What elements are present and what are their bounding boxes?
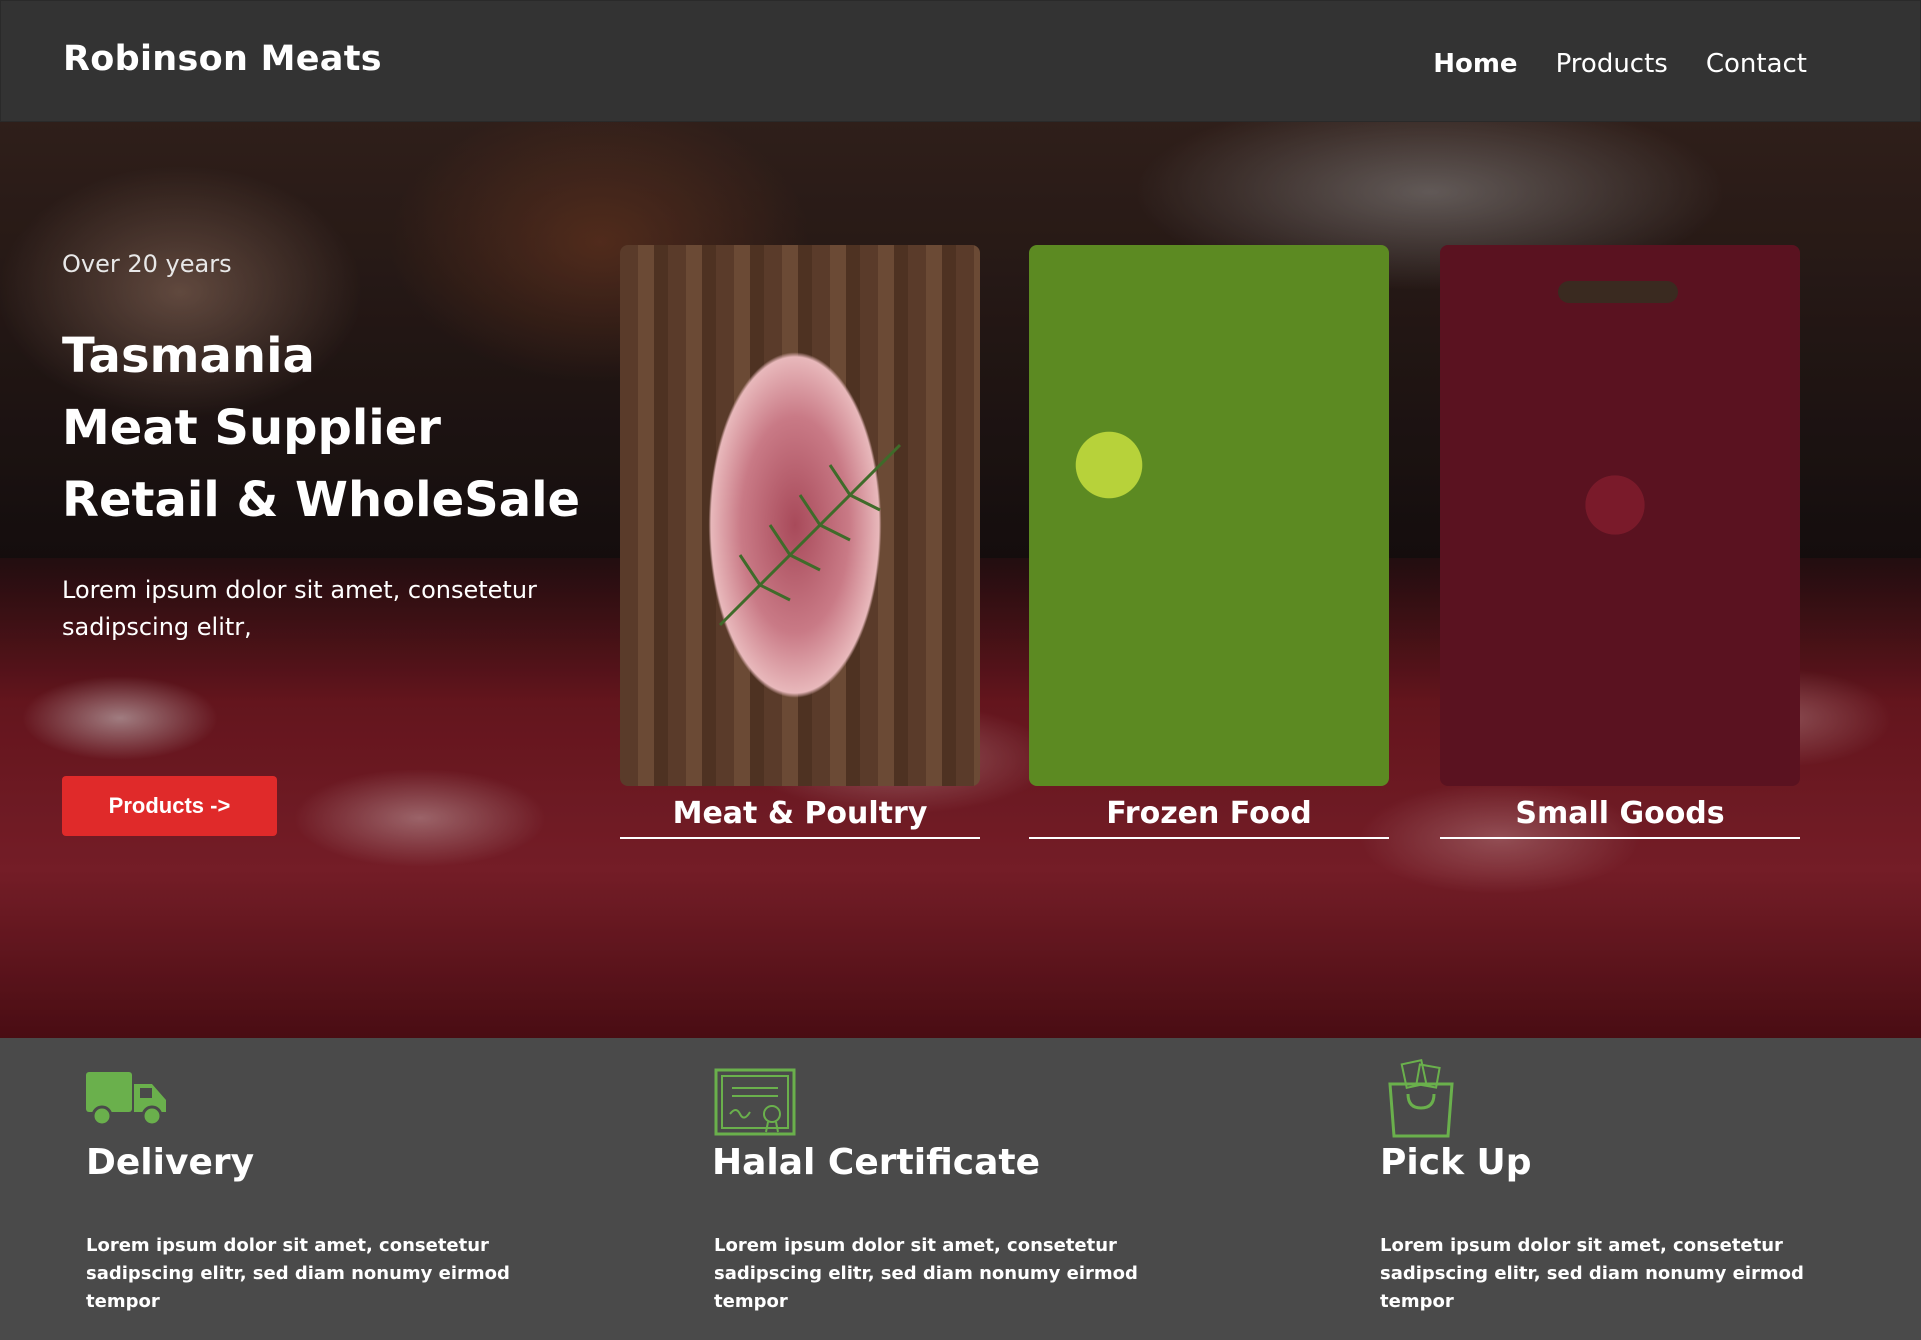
feature-description: Lorem ipsum dolor sit amet, consetetur s…: [714, 1235, 1138, 1312]
feature-title: Pick Up: [1380, 1142, 1532, 1183]
headline-line: Meat Supplier: [62, 400, 441, 456]
brand-logo[interactable]: Robinson Meats: [63, 39, 382, 79]
shopping-bag-icon: [1386, 1058, 1456, 1144]
card-label[interactable]: Small Goods: [1440, 796, 1800, 839]
feature-description: Lorem ipsum dolor sit amet, consetetur s…: [86, 1235, 510, 1312]
category-card-meat-poultry[interactable]: Meat & Poultry: [620, 245, 980, 839]
delivery-truck-icon: [86, 1070, 168, 1132]
rosemary-garnish: [718, 443, 902, 627]
board-handle: [1558, 281, 1678, 303]
nav-link-products[interactable]: Products: [1556, 49, 1668, 79]
headline-line: Retail & WholeSale: [62, 472, 581, 528]
card-label[interactable]: Meat & Poultry: [620, 796, 980, 839]
feature-description: Lorem ipsum dolor sit amet, consetetur s…: [1380, 1235, 1804, 1312]
category-card-frozen-food[interactable]: Frozen Food: [1029, 245, 1389, 839]
charcuterie-board-photo: [1440, 245, 1800, 786]
features-section: Delivery Lorem ipsum dolor sit amet, con…: [0, 1038, 1921, 1340]
main-nav: Home Products Contact: [1433, 49, 1807, 79]
category-card-small-goods[interactable]: Small Goods: [1440, 245, 1800, 839]
nav-link-home[interactable]: Home: [1433, 49, 1517, 79]
products-button[interactable]: Products ->: [62, 776, 277, 836]
hero-section: Over 20 years Tasmania Meat Supplier Ret…: [0, 122, 1921, 1038]
headline-line: Tasmania: [62, 328, 315, 384]
feature-title: Delivery: [86, 1142, 255, 1183]
frozen-vegetables-photo: [1029, 245, 1389, 786]
hero-headline: Tasmania Meat Supplier Retail & WholeSal…: [62, 320, 582, 536]
feature-title: Halal Certificate: [712, 1142, 1041, 1183]
card-label[interactable]: Frozen Food: [1029, 796, 1389, 839]
site-header: Robinson Meats Home Products Contact: [0, 0, 1921, 122]
nav-link-contact[interactable]: Contact: [1706, 49, 1807, 79]
hero-description: Lorem ipsum dolor sit amet, consetetur s…: [62, 576, 537, 641]
hero-tagline: Over 20 years: [62, 250, 232, 278]
steak-photo: [620, 245, 980, 786]
certificate-icon: [714, 1068, 796, 1142]
